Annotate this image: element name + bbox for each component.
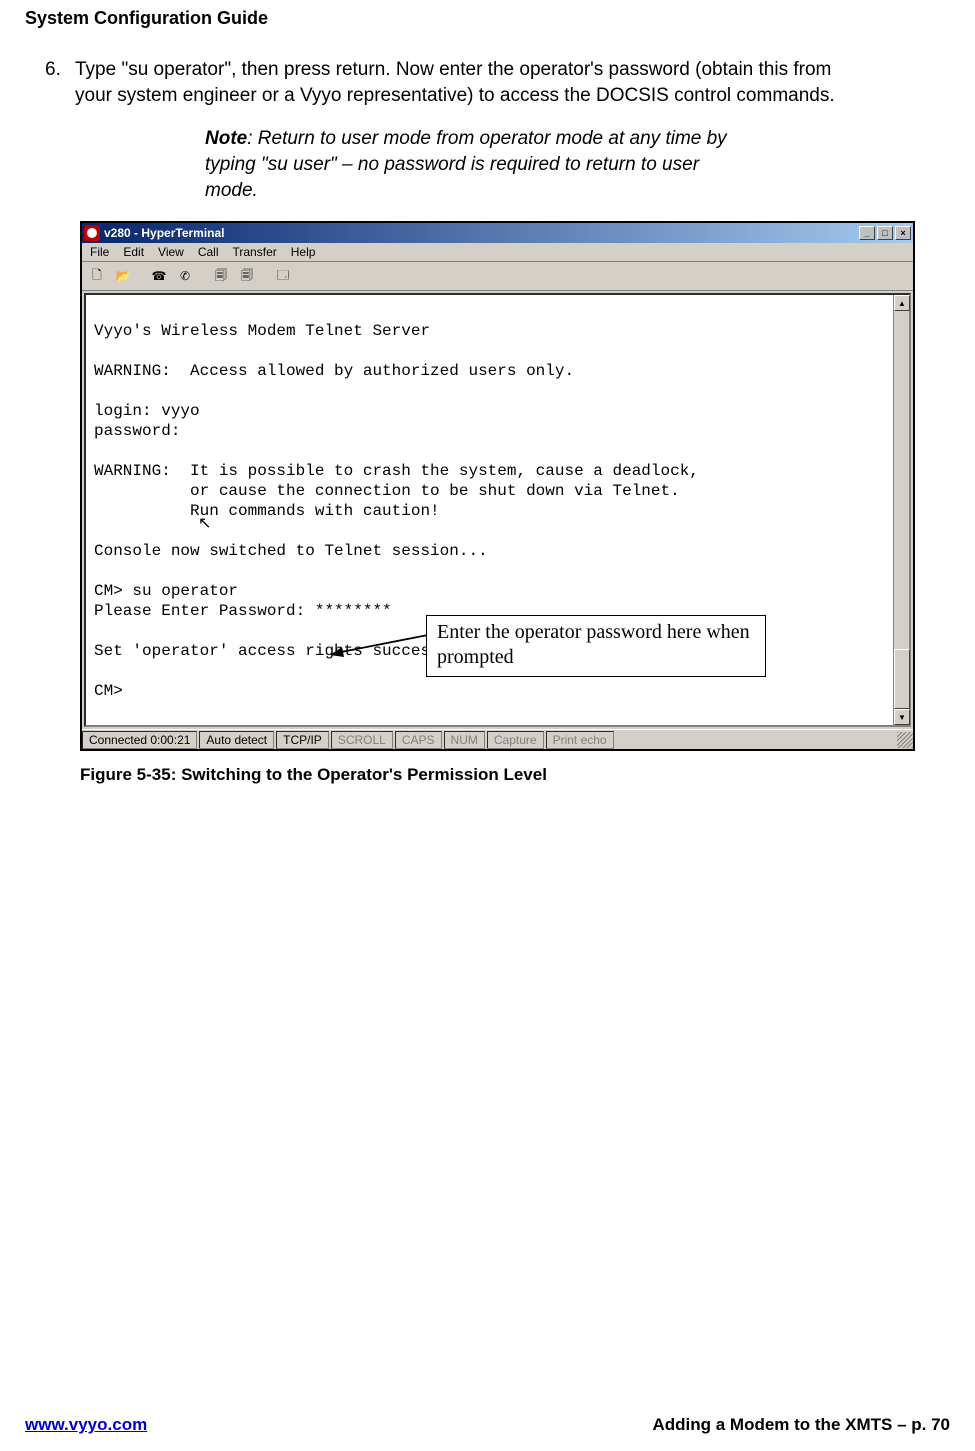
- status-protocol: TCP/IP: [276, 731, 329, 749]
- status-caps: CAPS: [395, 731, 442, 749]
- page-footer: www.vyyo.com Adding a Modem to the XMTS …: [25, 1415, 950, 1435]
- status-num: NUM: [444, 731, 485, 749]
- window-titlebar[interactable]: v280 - HyperTerminal _ □ ×: [82, 223, 913, 243]
- figure-caption: Figure 5-35: Switching to the Operator's…: [80, 765, 950, 785]
- callout-annotation: Enter the operator password here when pr…: [426, 615, 766, 677]
- menu-edit[interactable]: Edit: [123, 245, 144, 259]
- vertical-scrollbar[interactable]: ▲ ▼: [893, 295, 909, 725]
- menu-bar: File Edit View Call Transfer Help: [82, 243, 913, 262]
- note-label: Note: [205, 128, 247, 149]
- connect-icon[interactable]: ☎: [148, 265, 170, 287]
- send-icon[interactable]: 🗐: [210, 265, 232, 287]
- status-echo: Print echo: [546, 731, 614, 749]
- disconnect-icon[interactable]: ✆: [174, 265, 196, 287]
- properties-icon[interactable]: 🗔: [272, 265, 294, 287]
- menu-call[interactable]: Call: [198, 245, 219, 259]
- minimize-button[interactable]: _: [859, 226, 875, 240]
- instruction-step: 6. Type "su operator", then press return…: [45, 57, 950, 108]
- maximize-button[interactable]: □: [877, 226, 893, 240]
- scroll-down-icon[interactable]: ▼: [894, 709, 910, 725]
- footer-link[interactable]: www.vyyo.com: [25, 1415, 147, 1435]
- open-file-icon[interactable]: 📂: [112, 265, 134, 287]
- scroll-up-icon[interactable]: ▲: [894, 295, 910, 311]
- app-icon: [84, 225, 100, 241]
- scroll-thumb[interactable]: [894, 649, 910, 709]
- close-button[interactable]: ×: [895, 226, 911, 240]
- status-bar: Connected 0:00:21 Auto detect TCP/IP SCR…: [82, 729, 913, 749]
- status-scroll: SCROLL: [331, 731, 393, 749]
- status-connected: Connected 0:00:21: [82, 731, 197, 749]
- menu-help[interactable]: Help: [291, 245, 316, 259]
- status-detect: Auto detect: [199, 731, 274, 749]
- receive-icon[interactable]: 🗐: [236, 265, 258, 287]
- note-text: : Return to user mode from operator mode…: [205, 128, 727, 200]
- menu-transfer[interactable]: Transfer: [233, 245, 277, 259]
- terminal-area: Vyyo's Wireless Modem Telnet Server WARN…: [82, 291, 913, 729]
- menu-file[interactable]: File: [90, 245, 109, 259]
- status-capture: Capture: [487, 731, 544, 749]
- step-text: Type "su operator", then press return. N…: [75, 57, 835, 108]
- new-file-icon[interactable]: 🗋: [86, 265, 108, 287]
- window-title: v280 - HyperTerminal: [104, 226, 859, 240]
- resize-grip-icon[interactable]: [897, 732, 913, 748]
- note-block: Note: Return to user mode from operator …: [205, 126, 745, 203]
- footer-page-label: Adding a Modem to the XMTS – p. 70: [652, 1415, 950, 1435]
- hyperterminal-window: v280 - HyperTerminal _ □ × File Edit Vie…: [80, 221, 915, 751]
- toolbar: 🗋 📂 ☎ ✆ 🗐 🗐 🗔: [82, 262, 913, 291]
- menu-view[interactable]: View: [158, 245, 184, 259]
- page-title: System Configuration Guide: [25, 8, 950, 29]
- step-number: 6.: [45, 57, 75, 108]
